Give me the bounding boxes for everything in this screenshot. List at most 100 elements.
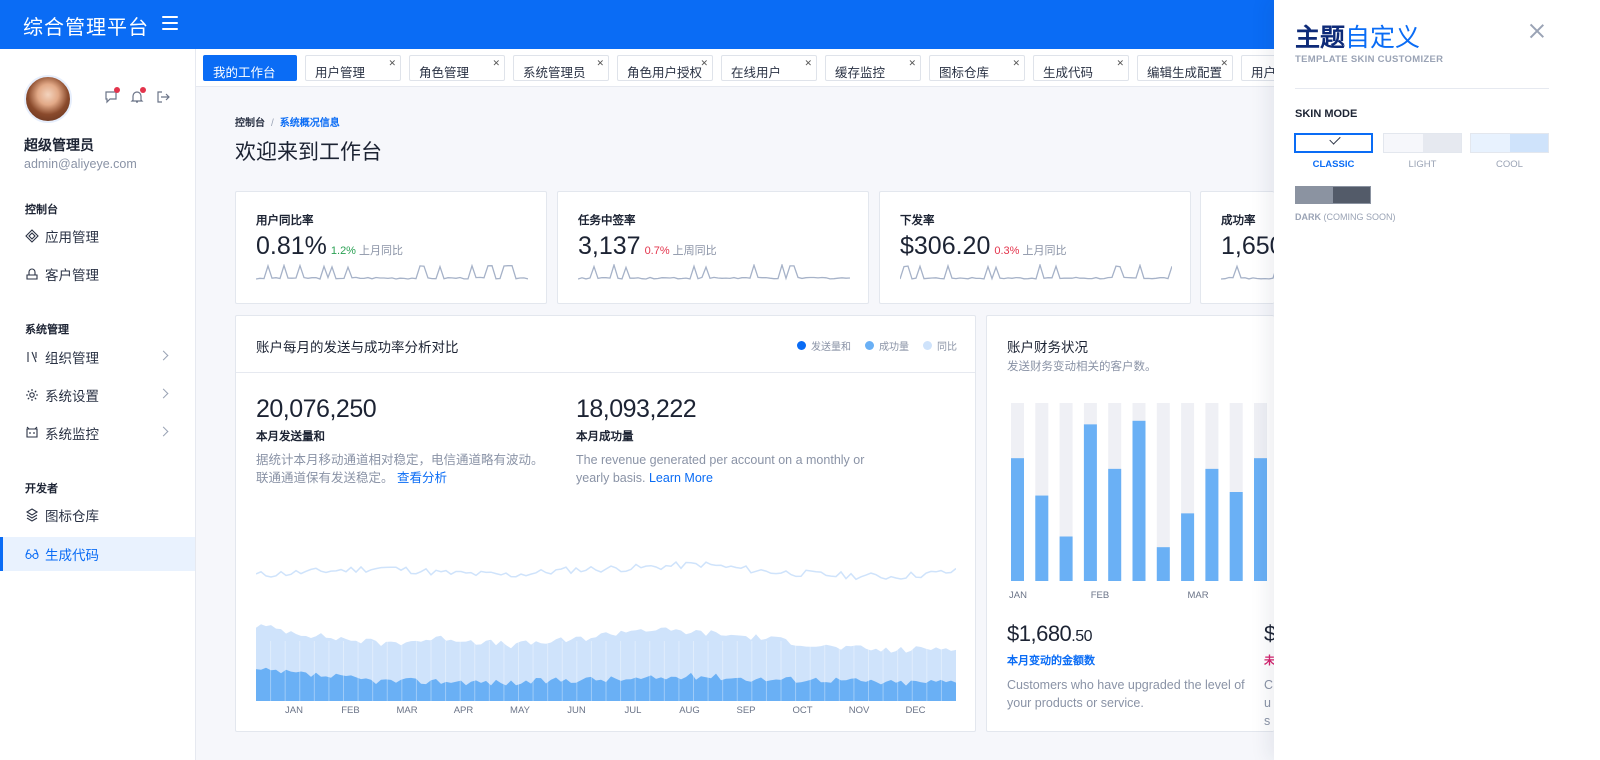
sidebar-item-label: 图标仓库 — [45, 509, 99, 524]
area-chart — [256, 561, 956, 701]
bar[interactable] — [1083, 424, 1097, 581]
nav-section-system: 系统管理 — [25, 324, 69, 336]
learn-more-link[interactable]: Learn More — [649, 471, 713, 485]
chart-title: 账户每月的发送与成功率分析对比 — [256, 340, 459, 355]
stat-card: 下发率 $306.20 0.3% 上月同比 — [879, 191, 1191, 304]
sidebar-item-system-monitor[interactable]: 系统监控 — [0, 416, 195, 450]
tab-my-workbench[interactable]: 我的工作台 — [203, 55, 297, 81]
finance-desc: Customers who have upgraded the level of… — [1007, 678, 1245, 710]
bar[interactable] — [1205, 468, 1219, 581]
close-icon[interactable]: ✕ — [804, 58, 812, 69]
panel-title-part: 自定义 — [1345, 24, 1421, 52]
stat-card: 任务中签率 3,137 0.7% 上周同比 — [557, 191, 869, 304]
legend-item[interactable]: 成功量 — [865, 338, 909, 353]
sparkline-path — [578, 264, 850, 281]
bar-chart — [1011, 403, 1267, 582]
bar[interactable] — [1108, 468, 1122, 581]
tab-label: 生成代码 — [1043, 66, 1094, 80]
close-icon[interactable]: ✕ — [1220, 58, 1228, 69]
bar[interactable] — [1132, 420, 1146, 581]
stat-delta: 0.3% — [994, 245, 1020, 257]
bar[interactable] — [1229, 492, 1243, 581]
close-icon[interactable]: ✕ — [492, 58, 500, 69]
tab-label: 缓存监控 — [835, 66, 886, 80]
tab-label: 角色用户授权 — [627, 66, 703, 80]
tab-label: 图标仓库 — [939, 66, 990, 80]
menu-toggle-icon[interactable] — [162, 16, 178, 30]
check-icon — [1329, 135, 1341, 145]
customer-icon — [25, 267, 39, 281]
tab-cache-monitor[interactable]: 缓存监控 ✕ — [825, 55, 921, 81]
sidebar-item-customer-management[interactable]: 客户管理 — [0, 257, 195, 291]
sidebar-item-org-management[interactable]: 组织管理 — [0, 340, 195, 374]
panel-subtitle: TEMPLATE SKIN CUSTOMIZER — [1295, 54, 1444, 65]
legend-label: 同比 — [937, 342, 957, 353]
finance-amount: $1,680.50 — [1007, 621, 1093, 647]
stat-number: 3,137 — [578, 232, 641, 260]
tab-icon-store[interactable]: 图标仓库 ✕ — [929, 55, 1025, 81]
gear-icon — [25, 388, 39, 402]
breadcrumb-current: 系统概况信息 — [279, 118, 340, 129]
close-icon[interactable]: ✕ — [1116, 58, 1124, 69]
skin-swatch — [1509, 134, 1548, 152]
legend-swatch — [865, 341, 874, 350]
legend-item[interactable]: 同比 — [923, 338, 957, 353]
series-line-send-total — [256, 561, 956, 581]
close-icon[interactable]: ✕ — [388, 58, 396, 69]
skin-swatch — [1333, 187, 1370, 203]
tab-code-gen[interactable]: 生成代码 ✕ — [1033, 55, 1129, 81]
tab-edit-gen-config[interactable]: 编辑生成配置 ✕ — [1137, 55, 1233, 81]
sidebar-item-app-management[interactable]: 应用管理 — [0, 219, 195, 253]
app-brand[interactable]: 综合管理平台 — [23, 11, 149, 40]
bell-icon[interactable] — [129, 87, 146, 105]
sidebar-item-system-settings[interactable]: 系统设置 — [0, 378, 195, 412]
bar[interactable] — [1156, 547, 1170, 581]
codegen-icon — [25, 547, 39, 561]
chevron-right-icon — [158, 350, 169, 361]
x-tick-label: FEB — [1090, 590, 1110, 601]
bar[interactable] — [1059, 536, 1073, 582]
tab-user-management[interactable]: 用户管理 ✕ — [305, 55, 401, 81]
bar[interactable] — [1181, 513, 1195, 581]
panel-title: 主题自定义 — [1295, 18, 1420, 54]
user-name: 超级管理员 — [24, 137, 94, 153]
sidebar-item-label: 客户管理 — [45, 268, 99, 283]
sidebar-item-label: 组织管理 — [45, 351, 99, 366]
logout-icon[interactable] — [155, 89, 171, 105]
close-icon[interactable]: ✕ — [700, 58, 708, 69]
breadcrumb-separator: / — [271, 118, 274, 129]
skin-option-label: COOL — [1496, 159, 1523, 170]
sidebar-item-code-gen[interactable]: 生成代码 — [0, 537, 195, 571]
finance-amount-label: 本月变动的金额数 — [1007, 655, 1095, 667]
monitor-icon — [25, 426, 39, 440]
bar[interactable] — [1035, 495, 1049, 581]
tab-label: 编辑生成配置 — [1147, 66, 1223, 80]
tab-role-user-auth[interactable]: 角色用户授权 ✕ — [617, 55, 713, 81]
tab-label: 用户管理 — [315, 66, 366, 80]
tab-system-admin[interactable]: 系统管理员 ✕ — [513, 55, 609, 81]
sidebar-item-icon-store[interactable]: 图标仓库 — [0, 498, 195, 532]
x-tick-label: APR — [453, 705, 474, 716]
sparkline-path — [900, 264, 1172, 281]
message-icon[interactable] — [103, 87, 120, 105]
close-icon[interactable]: ✕ — [596, 58, 604, 69]
close-icon[interactable]: ✕ — [1012, 58, 1020, 69]
org-icon — [25, 350, 39, 364]
tab-user[interactable]: 用户 — [1241, 55, 1274, 81]
kpi-success-desc: The revenue generated per account on a m… — [576, 451, 866, 487]
bar[interactable] — [1254, 458, 1267, 581]
tab-online-users[interactable]: 在线用户 ✕ — [721, 55, 817, 81]
legend-item[interactable]: 发送量和 — [797, 338, 851, 353]
sparkline-path — [256, 264, 528, 280]
breadcrumb-root[interactable]: 控制台 — [235, 118, 265, 129]
skin-option-cool[interactable] — [1470, 133, 1549, 153]
close-icon[interactable] — [1528, 22, 1546, 40]
tab-role-management[interactable]: 角色管理 ✕ — [409, 55, 505, 81]
skin-option-classic[interactable] — [1294, 133, 1373, 153]
sparkline — [578, 264, 850, 281]
avatar[interactable] — [24, 75, 72, 123]
view-analysis-link[interactable]: 查看分析 — [397, 471, 447, 485]
skin-option-light[interactable] — [1383, 133, 1462, 153]
bar[interactable] — [1011, 458, 1024, 581]
close-icon[interactable]: ✕ — [908, 58, 916, 69]
